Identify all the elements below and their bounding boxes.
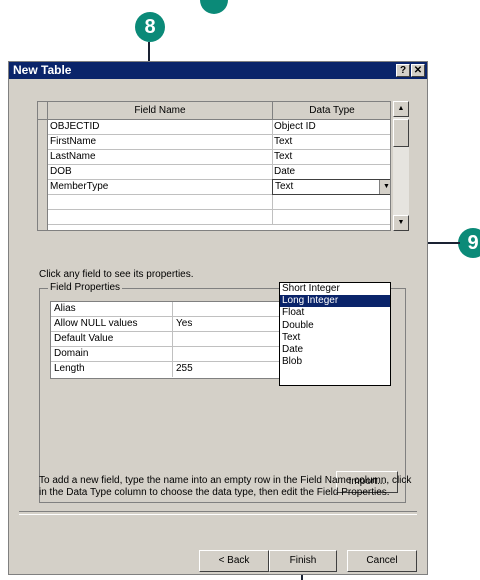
field-name-cell[interactable]: OBJECTID: [50, 120, 99, 134]
callout-8-label: 8: [144, 15, 156, 38]
scroll-thumb[interactable]: [393, 119, 409, 147]
chevron-down-icon[interactable]: ▼: [379, 180, 390, 194]
finish-button-label: Finish: [289, 555, 317, 566]
dropdown-option[interactable]: Double: [280, 320, 390, 332]
data-type-cell[interactable]: Date: [274, 165, 295, 179]
callout-partial: [200, 0, 228, 14]
dropdown-option-selected[interactable]: Long Integer: [280, 295, 390, 308]
property-value[interactable]: Yes: [176, 317, 192, 331]
table-row[interactable]: FirstName Text: [48, 135, 390, 150]
grid-header-corner: [38, 102, 48, 120]
dropdown-option[interactable]: Blob: [280, 356, 390, 368]
dropdown-option[interactable]: Date: [280, 344, 390, 356]
fields-grid: Field Name Data Type OBJECTID Object ID …: [37, 101, 391, 231]
new-table-dialog: New Table ? ✕ Field Name Data Type OBJEC…: [8, 61, 428, 575]
data-type-select-value: Text: [275, 181, 294, 192]
close-icon: ✕: [413, 65, 423, 76]
help-icon: ?: [399, 65, 407, 76]
property-value[interactable]: 255: [176, 362, 193, 376]
data-type-cell[interactable]: Object ID: [274, 120, 316, 134]
field-name-cell[interactable]: MemberType: [50, 180, 108, 194]
callout-9-label: 9: [467, 231, 479, 254]
data-type-cell[interactable]: Text: [274, 135, 292, 149]
dialog-titlebar: New Table ? ✕: [9, 62, 427, 79]
property-name: Domain: [54, 348, 89, 359]
dialog-title: New Table: [13, 63, 72, 77]
column-header-data-type[interactable]: Data Type: [273, 102, 390, 120]
help-button[interactable]: ?: [396, 64, 410, 77]
property-name: Allow NULL values: [54, 318, 138, 329]
callout-9: 9: [458, 228, 480, 258]
table-row[interactable]: LastName Text: [48, 150, 390, 165]
data-type-dropdown-list[interactable]: Short Integer Long Integer Float Double …: [279, 282, 391, 386]
back-button-label: < Back: [218, 555, 250, 566]
field-name-cell[interactable]: DOB: [50, 165, 72, 179]
dropdown-option[interactable]: Float: [280, 307, 390, 319]
cancel-button[interactable]: Cancel: [347, 550, 417, 572]
property-name: Default Value: [54, 333, 114, 344]
field-name-cell[interactable]: FirstName: [50, 135, 96, 149]
column-header-data-type-label: Data Type: [309, 105, 355, 116]
data-type-select[interactable]: Text ▼: [272, 179, 390, 195]
scroll-down-icon[interactable]: ▼: [393, 215, 409, 231]
table-row[interactable]: OBJECTID Object ID: [48, 120, 390, 135]
table-row[interactable]: DOB Date: [48, 165, 390, 180]
field-properties-title: Field Properties: [48, 282, 123, 293]
cancel-button-label: Cancel: [366, 555, 398, 566]
table-row[interactable]: MemberType Text ▼: [48, 179, 390, 195]
property-name: Length: [54, 363, 85, 374]
back-button[interactable]: < Back: [199, 550, 269, 572]
table-row-empty[interactable]: [48, 210, 390, 225]
table-row-empty[interactable]: [48, 195, 390, 210]
close-button[interactable]: ✕: [411, 64, 425, 77]
callout-8: 8: [135, 12, 165, 42]
column-header-field-name-label: Field Name: [134, 105, 186, 116]
field-name-cell[interactable]: LastName: [50, 150, 96, 164]
dropdown-option[interactable]: Short Integer: [280, 283, 390, 295]
dropdown-option[interactable]: Text: [280, 332, 390, 344]
dialog-content: Field Name Data Type OBJECTID Object ID …: [29, 87, 412, 517]
grid-vertical-scrollbar[interactable]: ▲ ▼: [393, 101, 409, 231]
hint-text: Click any field to see its properties.: [39, 269, 194, 280]
property-name: Alias: [54, 303, 76, 314]
finish-button[interactable]: Finish: [269, 550, 337, 572]
footer-divider: [19, 511, 417, 515]
data-type-cell[interactable]: Text: [274, 150, 292, 164]
scroll-up-icon[interactable]: ▲: [393, 101, 409, 117]
instructions-text: To add a new field, type the name into a…: [39, 475, 412, 498]
row-selector-column[interactable]: [38, 120, 48, 230]
column-header-field-name[interactable]: Field Name: [48, 102, 273, 120]
